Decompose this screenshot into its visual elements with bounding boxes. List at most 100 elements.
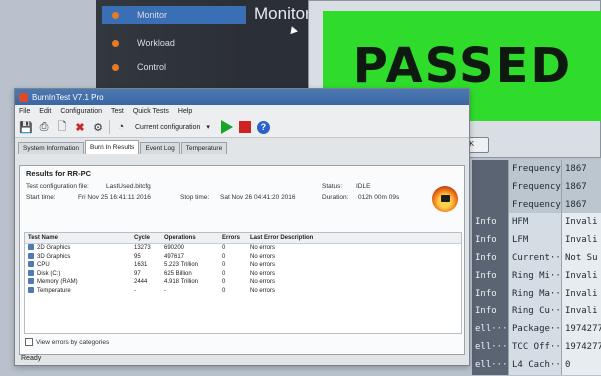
mouse-cursor-icon [288,24,298,35]
monitor-sidebar: Monitor Workload Control [96,0,246,96]
grid-cell-category: Info [472,213,508,233]
cell-last-error: No errors [250,270,276,277]
grid-cell-name: Current··· [508,249,561,268]
cell-test-name: Memory (RAM) [25,278,131,287]
table-row[interactable]: Memory (RAM) 2444 4.918 Trillion 0 No errors [25,278,461,287]
results-title: Results for RR-PC [26,169,92,178]
grid-cell-name: L4 Cach··· [508,355,561,375]
cell-errors: 0 [222,279,226,285]
cell-errors: 0 [222,262,226,268]
table-body: 2D Graphics 13273 690200 0 No errors 3D Graph… [25,244,461,295]
test-name-text: Disk (C:) [37,270,61,277]
grid-cell-category: Info [472,266,508,286]
menu-edit[interactable]: Edit [39,108,51,115]
grid-cell-category: Info [472,302,508,322]
burnintest-logo-icon [432,186,458,212]
workload-icon [112,39,119,47]
stop-icon[interactable] [238,121,251,133]
control-icon [112,63,119,71]
cell-test-name: CPU [25,261,131,270]
grid-cell-value: Invali [561,284,601,304]
cell-operations: 497617 [164,253,185,260]
configuration-select[interactable]: Current configuration ▾ [135,123,210,132]
results-table: Test Name Cycle Operations Errors Last E… [24,232,462,334]
monitor-icon [28,244,34,251]
sidebar-item-workload[interactable]: Workload [112,34,175,52]
cell-cycle: 2444 [134,279,148,285]
print-icon[interactable]: ⎙ [37,120,51,134]
sidebar-item-monitor[interactable]: Monitor [102,6,246,24]
grid-cell-category: ell··· [472,355,508,375]
start-time-label: Start time: [26,194,56,201]
new-file-icon[interactable]: 🗋 [55,120,69,134]
column-test-name[interactable]: Test Name [25,233,131,243]
grid-cell-category [472,195,508,215]
cell-test-name: Disk (C:) [25,269,131,279]
table-row[interactable]: 2D Graphics 13273 690200 0 No errors [25,244,461,253]
config-icon[interactable]: ⚙ [91,120,105,134]
column-operations[interactable]: Operations [161,233,219,243]
monitor-icon [112,11,119,19]
grid-cell-value: Not Su [561,249,601,268]
grid-row[interactable]: ell··· L4 Cach··· 0 [472,355,601,376]
table-row[interactable]: CPU 1631 5.223 Trillion 0 No errors [25,261,461,270]
column-last-error[interactable]: Last Error Description [247,233,357,243]
menu-test[interactable]: Test [111,108,124,115]
cell-errors: 0 [222,287,226,294]
status-value: IDLE [356,183,371,190]
status-label: Status: [322,183,343,190]
cell-operations: 690200 [164,245,185,251]
cell-operations: - [164,287,166,294]
grid-cell-category: ell··· [472,338,508,357]
table-row[interactable]: Disk (C:) 97 625 Billion 0 No errors [25,269,461,279]
status-bar: Ready [21,355,42,362]
grid-cell-category [472,160,508,179]
grid-cell-value: 1867 [561,195,601,215]
table-row[interactable]: 3D Graphics 95 497617 0 No errors [25,252,461,262]
grid-cell-name: Package··· [508,320,561,340]
grid-cell-value: 1867 [561,160,601,179]
cell-test-name: 3D Graphics [25,252,131,262]
results-panel: Results for RR-PC Test configuration fil… [19,165,465,355]
clear-icon[interactable]: ✖ [73,120,87,134]
menu-configuration[interactable]: Configuration [60,108,102,115]
menu-file[interactable]: File [19,108,30,115]
window-titlebar[interactable]: BurnInTest V7.1 Pro [15,89,469,105]
column-cycle[interactable]: Cycle [131,233,161,243]
tab-temperature[interactable]: Temperature [180,142,228,154]
grid-cell-value: Invali [561,266,601,286]
test-name-text: 2D Graphics [37,245,71,251]
cell-errors: 0 [222,270,226,277]
column-errors[interactable]: Errors [219,233,247,243]
cell-cycle: 13273 [134,245,151,251]
grid-cell-name: TCC Off··· [508,338,561,357]
cell-errors: 0 [222,253,226,260]
cell-errors: 0 [222,245,226,251]
grid-cell-value: Invali [561,231,601,251]
gauge-icon[interactable]: ◔ [114,120,128,134]
menu-quick-tests[interactable]: Quick Tests [133,108,169,115]
view-errors-checkbox[interactable] [25,338,33,346]
grid-cell-value: 1974277 [561,338,601,357]
duration-value: 012h 00m 09s [358,194,400,201]
cell-cycle: 1631 [134,262,148,268]
menu-help[interactable]: Help [178,108,192,115]
table-row[interactable]: Temperature - - 0 No errors [25,286,461,296]
save-icon[interactable]: 💾 [19,120,33,134]
tab-burn-in-results[interactable]: Burn In Results [85,140,140,154]
grid-cell-value: 1974277 [561,320,601,340]
stop-time-value: Sat Nov 26 04:41:20 2016 [220,194,296,201]
background-grid-app: Frequency 1867 Frequency 1867 Frequency 1867 I… [472,160,601,376]
start-time-value: Fri Nov 25 16:41:11 2016 [78,194,151,201]
tab-event-log[interactable]: Event Log [140,142,180,154]
tab-system-information[interactable]: System Information [18,142,84,154]
grid-cell-name: Frequency [508,177,561,197]
view-errors-checkbox-row[interactable]: View errors by categories [25,338,109,346]
cell-last-error: No errors [250,279,276,285]
grid-cell-value: 0 [561,355,601,375]
test-name-text: 3D Graphics [37,253,71,260]
play-icon[interactable] [220,120,233,134]
sidebar-item-control[interactable]: Control [112,58,166,76]
help-icon[interactable]: ? [256,120,270,134]
grid-cell-name: Frequency [508,195,561,215]
